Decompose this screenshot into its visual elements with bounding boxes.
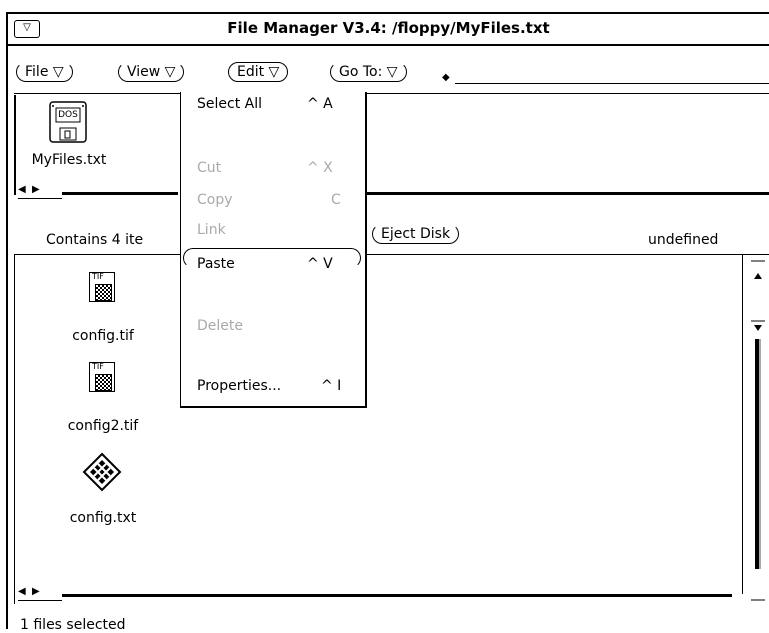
title-bar: File Manager V3.4: /floppy/MyFiles.txt [8,14,769,46]
bottom-hscroll-arrows[interactable]: ◀ ▶ [18,586,62,601]
tif-tag: TIF [92,362,104,371]
menu-accel-paste: ^ V [307,256,333,272]
menu-accel-properties: ^ I [321,378,342,394]
window-title: File Manager V3.4: /floppy/MyFiles.txt [227,19,550,37]
file-pane-right-border [742,254,743,594]
config2-tif-label[interactable]: config2.tif [48,418,158,434]
config-tif-label[interactable]: config.tif [48,328,158,344]
item-count-text: Contains 4 ite [46,232,144,248]
file-manager-window [6,12,769,629]
dos-badge: DOS [58,110,78,120]
edit-dropdown-menu: Select All ^ A Cut ^ X Copy C Link Paste… [180,92,367,408]
myfiles-label[interactable]: MyFiles.txt [14,152,124,168]
text-file-icon[interactable] [82,452,122,492]
file-menu-button[interactable]: File ▽ [16,62,73,82]
menu-item-copy[interactable]: Copy [197,192,233,208]
status-right-text: undefined [648,232,719,248]
menu-item-paste[interactable]: Paste [197,256,235,272]
menu-accel-cut: ^ X [307,160,333,176]
tif-file-icon[interactable]: TIF [89,362,115,392]
top-pane-left-border [14,95,16,195]
file-pane-left-border [14,254,15,604]
top-hscroll-track-right[interactable] [364,192,769,195]
footer-status: 1 files selected [20,617,126,633]
vertical-scrollbar[interactable] [745,255,769,605]
eject-disk-button[interactable]: Eject Disk [372,224,460,244]
top-hscroll-track[interactable] [62,192,178,195]
window-menu-button[interactable]: ▽ [14,20,40,38]
tif-preview-pattern [95,374,112,391]
bottom-hscroll-track[interactable] [62,594,732,597]
file-pane-top-border [14,254,769,255]
config-txt-label[interactable]: config.txt [48,510,158,526]
goto-field[interactable] [455,83,769,84]
menu-item-cut[interactable]: Cut [197,160,221,176]
menu-accel-select-all: ^ A [307,96,333,112]
tif-file-icon[interactable]: TIF [89,272,115,302]
edit-menu-button[interactable]: Edit ▽ [228,62,289,82]
top-pane-top-border [14,93,769,94]
tif-preview-pattern [95,284,112,301]
goto-menu-button[interactable]: Go To: ▽ [330,62,407,82]
menu-item-delete[interactable]: Delete [197,318,243,334]
view-menu-button[interactable]: View ▽ [118,62,185,82]
floppy-disk-icon[interactable]: DOS [46,100,92,146]
menu-item-link[interactable]: Link [197,222,226,238]
top-hscroll-arrows[interactable]: ◀ ▶ [18,184,62,199]
goto-field-marker-icon: ◆ [442,72,450,83]
menu-item-select-all[interactable]: Select All [197,96,262,112]
tif-tag: TIF [92,272,104,281]
menu-item-properties[interactable]: Properties... [197,378,281,394]
menu-accel-copy: C [331,192,341,208]
